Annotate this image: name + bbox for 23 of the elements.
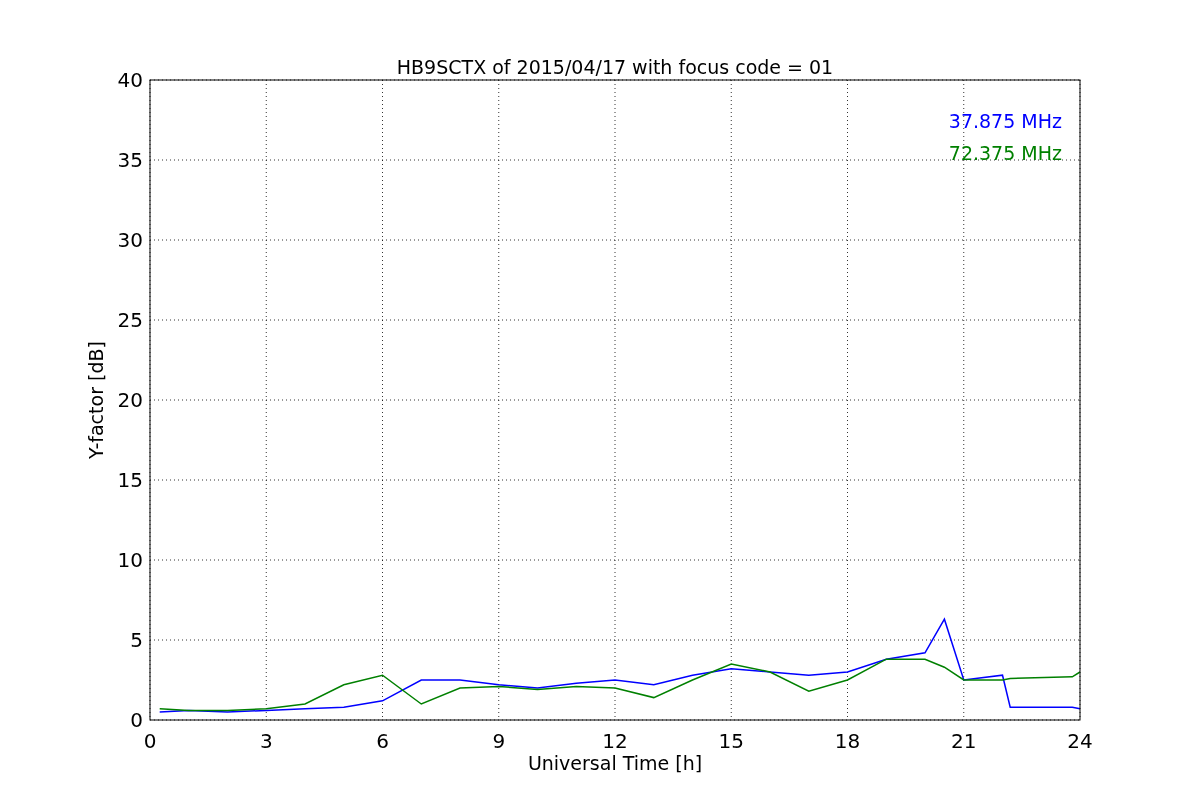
legend-label: 37.875 MHz: [948, 110, 1062, 132]
y-tick-label: 40: [117, 68, 143, 92]
y-axis-label: Y-factor [dB]: [85, 341, 107, 459]
x-tick-label: 0: [143, 729, 157, 753]
x-tick-label: 3: [259, 729, 273, 753]
x-tick-label: 6: [376, 729, 389, 753]
x-axis-label: Universal Time [h]: [527, 752, 703, 774]
x-tick-label: 15: [718, 729, 744, 753]
y-tick-label: 25: [117, 308, 143, 332]
x-tick-label: 9: [492, 729, 506, 753]
y-tick-label: 10: [117, 548, 143, 572]
y-tick-label: 30: [117, 228, 143, 252]
x-tick-label: 18: [834, 729, 861, 753]
y-tick-label: 0: [130, 708, 143, 732]
x-tick-label: 24: [1067, 729, 1093, 753]
x-tick-label: 21: [951, 729, 977, 753]
y-tick-label: 20: [117, 388, 143, 412]
y-tick-label: 35: [117, 148, 143, 172]
y-tick-label: 5: [130, 628, 143, 652]
y-tick-label: 15: [117, 468, 143, 492]
x-tick-label: 12: [602, 729, 628, 753]
legend-label: 72.375 MHz: [948, 142, 1062, 164]
chart-title: HB9SCTX of 2015/04/17 with focus code = 01: [396, 56, 834, 78]
